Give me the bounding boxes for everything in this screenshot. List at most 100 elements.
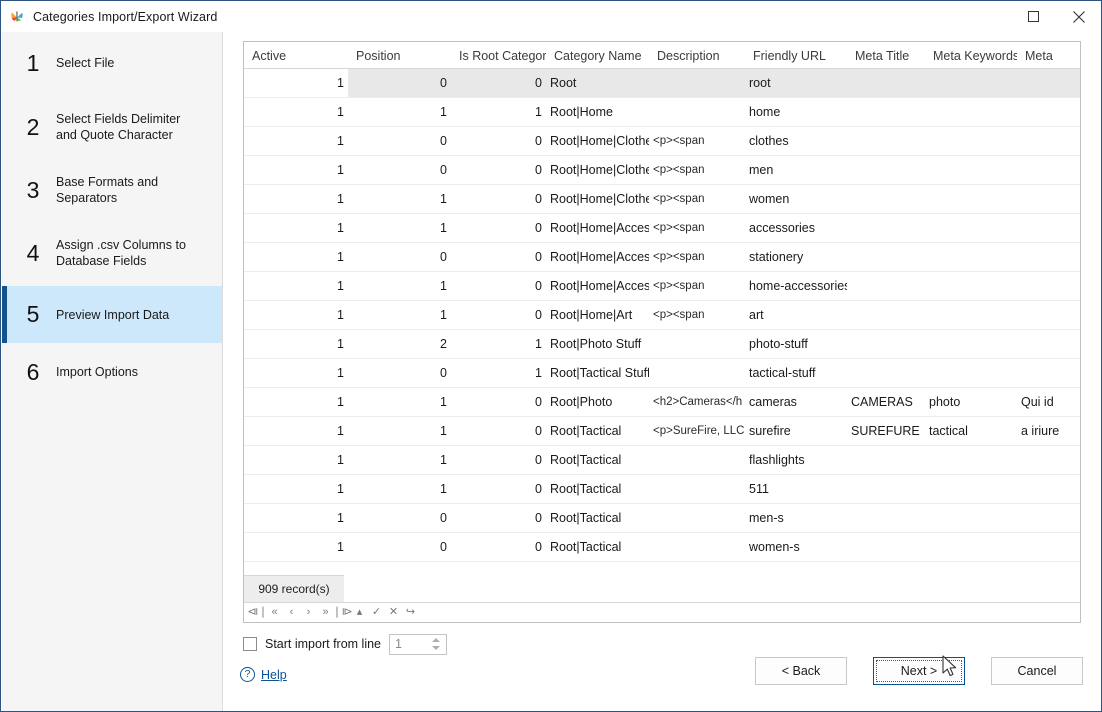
grid-cell-position[interactable]: 1 — [348, 301, 451, 329]
table-row[interactable]: 1 0 0 Root|Home|Access <p><span stationery — [244, 243, 1080, 272]
prior-page-button[interactable]: « — [266, 604, 283, 622]
grid-cell-meta_keywords[interactable] — [925, 533, 1017, 561]
grid-cell-category_name[interactable]: Root|Tactical — [546, 533, 649, 561]
record-navigator[interactable]: ⧏❘ «‹ ›» ❘⧐ ▴ ✓ ✕ ↪ — [244, 602, 1080, 622]
grid-cell-meta_title[interactable] — [847, 272, 925, 300]
grid-cell-category_name[interactable]: Root|Home|Clothe — [546, 185, 649, 213]
table-row[interactable]: 1 1 0 Root|Photo <h2>Cameras</h cameras CAMERA… — [244, 388, 1080, 417]
grid-cell-position[interactable]: 1 — [348, 417, 451, 445]
grid-cell-meta_title[interactable] — [847, 301, 925, 329]
grid-cell-is_root[interactable]: 0 — [451, 214, 546, 242]
grid-cell-is_root[interactable]: 1 — [451, 98, 546, 126]
grid-cell-friendly_url[interactable]: root — [745, 69, 847, 97]
grid-cell-is_root[interactable]: 0 — [451, 417, 546, 445]
grid-cell-meta_keywords[interactable] — [925, 69, 1017, 97]
last-record-button[interactable]: ❘⧐ — [332, 604, 352, 622]
grid-cell-is_root[interactable]: 0 — [451, 185, 546, 213]
grid-cell-description[interactable]: <p><span — [649, 272, 745, 300]
grid-cell-active[interactable]: 1 — [244, 156, 348, 184]
grid-column-header-category_name[interactable]: Category Name — [546, 42, 649, 69]
grid-cell-description[interactable]: <p><span — [649, 127, 745, 155]
grid-cell-friendly_url[interactable]: 511 — [745, 475, 847, 503]
grid-cell-friendly_url[interactable]: accessories — [745, 214, 847, 242]
grid-cell-meta_desc[interactable] — [1017, 446, 1079, 474]
grid-cell-meta_keywords[interactable] — [925, 504, 1017, 532]
grid-cell-friendly_url[interactable]: home — [745, 98, 847, 126]
post-edit-button[interactable]: ✓ — [368, 604, 385, 622]
grid-cell-friendly_url[interactable]: stationery — [745, 243, 847, 271]
grid-cell-description[interactable]: <p><span — [649, 301, 745, 329]
sidebar-step-2[interactable]: 2 Select Fields Delimiter and Quote Char… — [2, 94, 222, 160]
sidebar-step-1[interactable]: 1 Select File — [2, 32, 222, 94]
grid-cell-active[interactable]: 1 — [244, 504, 348, 532]
grid-cell-is_root[interactable]: 0 — [451, 127, 546, 155]
grid-cell-meta_keywords[interactable] — [925, 243, 1017, 271]
grid-cell-meta_keywords[interactable] — [925, 330, 1017, 358]
grid-cell-category_name[interactable]: Root|Home|Art — [546, 301, 649, 329]
grid-cell-active[interactable]: 1 — [244, 388, 348, 416]
grid-cell-meta_title[interactable]: CAMERAS — [847, 388, 925, 416]
grid-column-header-description[interactable]: Description — [649, 42, 745, 69]
grid-cell-description[interactable]: <h2>Cameras</h — [649, 388, 745, 416]
grid-cell-meta_title[interactable] — [847, 330, 925, 358]
grid-cell-meta_title[interactable] — [847, 359, 925, 387]
grid-cell-position[interactable]: 0 — [348, 69, 451, 97]
table-row[interactable]: 1 1 0 Root|Home|Clothe <p><span women — [244, 185, 1080, 214]
table-row[interactable]: 1 1 0 Root|Tactical flashlights — [244, 446, 1080, 475]
sidebar-step-3[interactable]: 3 Base Formats and Separators — [2, 160, 222, 220]
grid-cell-is_root[interactable]: 0 — [451, 446, 546, 474]
grid-cell-meta_title[interactable] — [847, 214, 925, 242]
back-button[interactable]: < Back — [755, 657, 847, 685]
grid-cell-category_name[interactable]: Root|Tactical — [546, 446, 649, 474]
grid-cell-meta_title[interactable] — [847, 69, 925, 97]
grid-cell-description[interactable]: <p>SureFire, LLC. — [649, 417, 745, 445]
insert-record-button[interactable]: ▴ — [351, 604, 368, 622]
sidebar-step-6[interactable]: 6 Import Options — [2, 343, 222, 401]
first-record-button[interactable]: ⧏❘ — [247, 604, 267, 622]
grid-cell-meta_desc[interactable]: Qui id — [1017, 388, 1079, 416]
grid-cell-category_name[interactable]: Root|Tactical — [546, 475, 649, 503]
cancel-button[interactable]: Cancel — [991, 657, 1083, 685]
grid-cell-position[interactable]: 1 — [348, 446, 451, 474]
grid-cell-meta_title[interactable] — [847, 475, 925, 503]
grid-cell-friendly_url[interactable]: women-s — [745, 533, 847, 561]
grid-cell-friendly_url[interactable]: men — [745, 156, 847, 184]
grid-cell-meta_keywords[interactable] — [925, 185, 1017, 213]
grid-cell-meta_desc[interactable]: a iriure — [1017, 417, 1079, 445]
grid-body[interactable]: 1 0 0 Root root 1 1 1 Root|Home home 1 0 0 Root|Home|… — [244, 69, 1080, 596]
table-row[interactable]: 1 0 0 Root|Home|Clothe <p><span men — [244, 156, 1080, 185]
refresh-button[interactable]: ↪ — [402, 604, 419, 622]
grid-cell-category_name[interactable]: Root|Home|Clothe — [546, 127, 649, 155]
grid-cell-category_name[interactable]: Root|Tactical — [546, 417, 649, 445]
grid-cell-meta_keywords[interactable] — [925, 272, 1017, 300]
grid-cell-category_name[interactable]: Root — [546, 69, 649, 97]
grid-cell-meta_title[interactable] — [847, 504, 925, 532]
grid-cell-is_root[interactable]: 0 — [451, 243, 546, 271]
grid-cell-meta_keywords[interactable] — [925, 214, 1017, 242]
grid-column-header-is_root[interactable]: Is Root Category — [451, 42, 546, 69]
sidebar-step-4[interactable]: 4 Assign .csv Columns to Database Fields — [2, 220, 222, 286]
grid-cell-description[interactable]: <p><span — [649, 156, 745, 184]
grid-cell-description[interactable] — [649, 359, 745, 387]
grid-cell-description[interactable] — [649, 446, 745, 474]
grid-cell-meta_title[interactable] — [847, 156, 925, 184]
next-button[interactable]: Next > — [873, 657, 965, 685]
grid-cell-position[interactable]: 1 — [348, 214, 451, 242]
grid-cell-description[interactable] — [649, 330, 745, 358]
grid-cell-active[interactable]: 1 — [244, 301, 348, 329]
grid-cell-meta_title[interactable] — [847, 98, 925, 126]
cancel-edit-button[interactable]: ✕ — [385, 604, 402, 622]
grid-cell-meta_desc[interactable] — [1017, 69, 1079, 97]
grid-cell-category_name[interactable]: Root|Photo — [546, 388, 649, 416]
grid-cell-category_name[interactable]: Root|Home|Access — [546, 243, 649, 271]
grid-cell-category_name[interactable]: Root|Photo Stuff — [546, 330, 649, 358]
grid-cell-friendly_url[interactable]: clothes — [745, 127, 847, 155]
grid-cell-meta_desc[interactable] — [1017, 330, 1079, 358]
grid-cell-friendly_url[interactable]: home-accessories — [745, 272, 847, 300]
grid-cell-meta_keywords[interactable] — [925, 475, 1017, 503]
table-row[interactable]: 1 0 0 Root|Tactical women-s — [244, 533, 1080, 562]
grid-cell-active[interactable]: 1 — [244, 185, 348, 213]
grid-cell-meta_desc[interactable] — [1017, 475, 1079, 503]
grid-cell-description[interactable] — [649, 504, 745, 532]
grid-cell-meta_desc[interactable] — [1017, 301, 1079, 329]
